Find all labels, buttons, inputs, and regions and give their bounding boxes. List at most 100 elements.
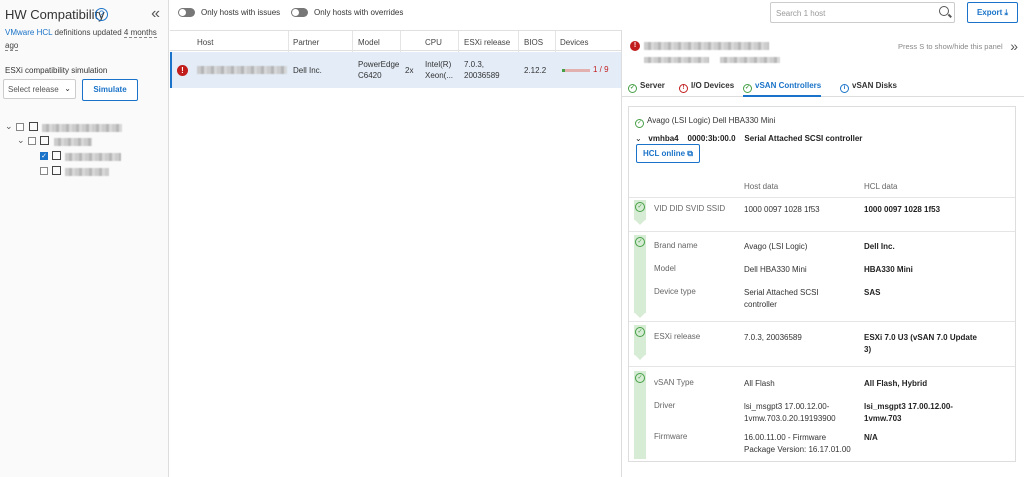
col-esxi[interactable]: ESXi release bbox=[464, 38, 510, 47]
tab-vsan-disks-label: vSAN Disks bbox=[852, 81, 897, 90]
detail-panel: ! Press S to show/hide this panel » ✓ Ser… bbox=[621, 30, 1024, 477]
status-bar-tip bbox=[634, 354, 646, 360]
panel-hint: Press S to show/hide this panel bbox=[898, 42, 1003, 51]
status-bar: ✓ bbox=[634, 371, 646, 459]
hide-panel-icon[interactable]: » bbox=[1010, 38, 1018, 54]
simulate-button[interactable]: Simulate bbox=[82, 79, 138, 101]
hcl-online-label: HCL online bbox=[642, 149, 686, 158]
status-bar: ✓ bbox=[634, 325, 646, 360]
divider bbox=[629, 366, 1015, 367]
hcl-esxi-1: ESXi 7.0 U3 (vSAN 7.0 Update bbox=[864, 333, 977, 342]
chevron-down-icon[interactable]: ⌄ bbox=[17, 135, 25, 146]
check-circle-icon: ✓ bbox=[635, 373, 645, 383]
table-header: Host Partner Model CPU ESXi release BIOS… bbox=[170, 30, 621, 52]
column-divider bbox=[288, 31, 289, 52]
table-row[interactable]: ! Dell Inc. PowerEdge C6420 2x Intel(R) … bbox=[170, 52, 621, 88]
vmware-hcl-link[interactable]: VMware HCL bbox=[5, 28, 52, 37]
chevron-down-icon[interactable]: ⌄ bbox=[5, 121, 13, 132]
search-placeholder: Search 1 host bbox=[776, 9, 826, 18]
chevron-down-icon[interactable]: ⌄ bbox=[635, 134, 642, 143]
controller-card: ✓ Avago (LSI Logic) Dell HBA330 Mini ⌄ vm… bbox=[628, 106, 1016, 462]
status-bar: ✓ bbox=[634, 200, 646, 225]
tree-checkbox-cluster[interactable] bbox=[28, 137, 36, 145]
redacted-text bbox=[42, 124, 122, 132]
error-icon: ! bbox=[679, 84, 688, 93]
col-bios[interactable]: BIOS bbox=[524, 38, 543, 47]
hcl-firmware: N/A bbox=[864, 433, 878, 442]
col-hcl-data: HCL data bbox=[864, 182, 898, 191]
col-host-data: Host data bbox=[744, 182, 779, 191]
host-icon bbox=[52, 151, 61, 160]
cell-esxi-1: 7.0.3, bbox=[464, 60, 485, 69]
cell-esxi-2: 20036589 bbox=[464, 71, 500, 80]
cell-model-2: C6420 bbox=[358, 71, 382, 80]
cell-partner: Dell Inc. bbox=[293, 66, 322, 75]
export-button[interactable]: Export ⤓ bbox=[967, 2, 1018, 23]
tree-checkbox-datacenter[interactable] bbox=[16, 123, 24, 131]
check-circle-icon: ✓ bbox=[635, 327, 645, 337]
devices-progress-fill bbox=[562, 69, 566, 72]
col-cpu[interactable]: CPU bbox=[425, 38, 442, 47]
check-circle-icon: ✓ bbox=[743, 84, 752, 93]
hcl-driver-2: 1vmw.703 bbox=[864, 414, 902, 423]
hcl-online-button[interactable]: HCL online ⧉ bbox=[636, 144, 700, 163]
hcl-esxi-2: 3) bbox=[864, 345, 872, 354]
collapse-left-icon[interactable]: « bbox=[151, 5, 160, 23]
controller-title-text: Avago (LSI Logic) Dell HBA330 Mini bbox=[647, 116, 776, 125]
col-devices[interactable]: Devices bbox=[560, 38, 588, 47]
cell-cpu-2: Xeon(... bbox=[425, 71, 454, 80]
controller-title: ✓ Avago (LSI Logic) Dell HBA330 Mini bbox=[635, 116, 775, 128]
sidebar-header: HW Compatibility ? « bbox=[5, 5, 160, 23]
hcl-brand: Dell Inc. bbox=[864, 242, 895, 251]
col-model[interactable]: Model bbox=[358, 38, 380, 47]
column-divider bbox=[518, 31, 519, 52]
cluster-icon bbox=[40, 136, 49, 145]
export-label: Export bbox=[976, 8, 1003, 17]
tab-vsan-controllers[interactable]: ✓ vSAN Controllers bbox=[743, 75, 822, 97]
host-driver-1: lsi_msgpt3 17.00.12.00- bbox=[744, 402, 830, 411]
tree-checkbox-host-1[interactable]: ✓ bbox=[40, 152, 48, 160]
label-model: Model bbox=[654, 264, 676, 273]
label-device-type: Device type bbox=[654, 287, 696, 296]
label-driver: Driver bbox=[654, 401, 676, 410]
tab-io-devices-label: I/O Devices bbox=[691, 81, 735, 90]
column-divider bbox=[352, 31, 353, 52]
search-input[interactable]: Search 1 host bbox=[770, 2, 955, 23]
host-firmware-2: Package Version: 16.17.01.00 bbox=[744, 445, 851, 454]
column-divider bbox=[400, 31, 401, 52]
devices-progress-bar bbox=[562, 69, 590, 72]
check-circle-icon: ✓ bbox=[635, 202, 645, 212]
column-divider bbox=[458, 31, 459, 52]
tree-checkbox-host-2[interactable] bbox=[40, 167, 48, 175]
cell-cpu-1: Intel(R) bbox=[425, 60, 452, 69]
panel-tabs: ✓ Server ! I/O Devices ✓ vSAN Controllers i… bbox=[622, 75, 1024, 97]
divider bbox=[629, 197, 1015, 198]
status-bar: ✓ bbox=[634, 235, 646, 318]
hcl-updated-age: 4 months bbox=[123, 28, 157, 38]
host-driver-2: 1vmw.703.0.20.19193900 bbox=[744, 414, 836, 423]
download-icon: ⤓ bbox=[1004, 8, 1009, 17]
redacted-text bbox=[65, 168, 109, 176]
toggle-overrides[interactable] bbox=[291, 8, 308, 17]
toggle-issues-label: Only hosts with issues bbox=[201, 8, 281, 17]
host-device-type-2: controller bbox=[744, 300, 777, 309]
tab-vsan-disks[interactable]: i vSAN Disks bbox=[840, 75, 897, 97]
controller-summary[interactable]: ⌄ vmhba4 0000:3b:00.0 Serial Attached SC… bbox=[635, 134, 862, 143]
host-model: Dell HBA330 Mini bbox=[744, 265, 807, 274]
toolbar: Only hosts with issues Only hosts with o… bbox=[170, 0, 1024, 28]
help-icon[interactable]: ? bbox=[95, 8, 108, 21]
divider bbox=[629, 231, 1015, 232]
col-partner[interactable]: Partner bbox=[293, 38, 319, 47]
simulation-label: ESXi compatibility simulation bbox=[5, 66, 108, 75]
redacted-breadcrumb bbox=[644, 57, 709, 63]
col-host[interactable]: Host bbox=[197, 38, 213, 47]
error-icon: ! bbox=[630, 41, 640, 51]
controller-pci: 0000:3b:00.0 bbox=[687, 134, 736, 143]
host-firmware-1: 16.00.11.00 - Firmware bbox=[744, 433, 827, 442]
tab-server[interactable]: ✓ Server bbox=[628, 75, 665, 97]
toggle-issues[interactable] bbox=[178, 8, 195, 17]
chevron-down-icon: ⌄ bbox=[64, 84, 71, 93]
search-icon[interactable] bbox=[939, 6, 949, 16]
release-select[interactable]: Select release ⌄ bbox=[3, 79, 76, 99]
tab-io-devices[interactable]: ! I/O Devices bbox=[679, 75, 734, 97]
